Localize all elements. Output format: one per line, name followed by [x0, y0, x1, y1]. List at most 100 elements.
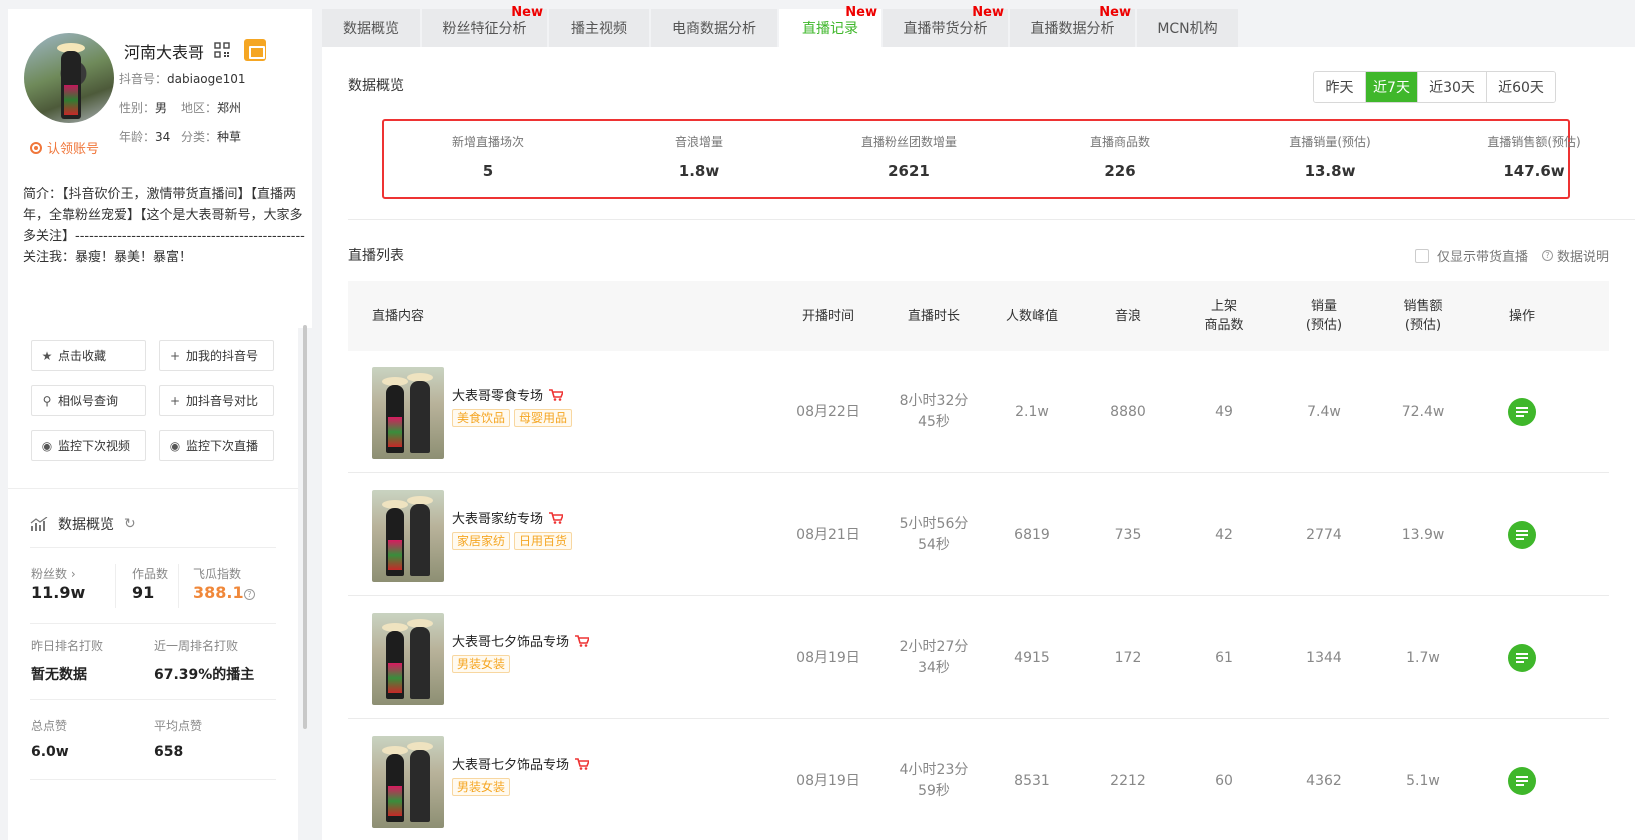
plus-icon: + [169, 348, 181, 363]
yday-rank-label: 昨日排名打败 [31, 639, 104, 653]
cell-sales: 4362 [1306, 772, 1342, 789]
live-title[interactable]: 大表哥零食专场 [452, 385, 564, 404]
eye-icon: ◉ [41, 438, 53, 453]
divider [115, 564, 116, 608]
cell-duration: 5小时56分 54秒 [899, 516, 969, 553]
add-compare-button[interactable]: + 加抖音号对比 [159, 385, 274, 416]
cart-icon [549, 388, 564, 401]
fans-label[interactable]: 粉丝数 › [31, 565, 76, 582]
data-help-link[interactable]: ? 数据说明 [1542, 246, 1609, 265]
tab-fans[interactable]: 粉丝特征分析 New [422, 5, 547, 47]
shop-icon[interactable] [244, 39, 266, 61]
live-thumbnail[interactable] [372, 490, 444, 582]
tab-mcn[interactable]: MCN机构 [1137, 9, 1238, 47]
cell-start: 08月19日 [796, 772, 860, 789]
detail-icon[interactable] [1508, 521, 1536, 549]
live-title[interactable]: 大表哥七夕饰品专场 [452, 631, 590, 650]
similar-search-button[interactable]: ⚲ 相似号查询 [31, 385, 146, 416]
profile-panel: 河南大表哥 抖音号：dabiaoge101 性别：男 地区：郑州 年龄：34 分… [8, 9, 312, 840]
live-tags: 美食饮品 母婴用品 [452, 409, 573, 427]
tab-overview[interactable]: 数据概览 [322, 9, 420, 47]
category-tag: 男装女装 [452, 655, 511, 673]
tab-live-data[interactable]: 直播数据分析 New [1010, 5, 1135, 47]
claim-account-link[interactable]: 认领账号 [30, 138, 99, 157]
profile-card: 河南大表哥 抖音号：dabiaoge101 性别：男 地区：郑州 年龄：34 分… [8, 9, 312, 328]
cell-amount: 1.7w [1406, 649, 1440, 666]
tab-bar: 数据概览 粉丝特征分析 New 播主视频 电商数据分析 直播记录 New 直播带货分… [322, 5, 1240, 47]
summary-title: 数据概览 [348, 78, 404, 94]
col-start: 开播时间 [801, 308, 854, 324]
avg-likes-label: 平均点赞 [154, 719, 203, 733]
range-yesterday[interactable]: 昨天 [1314, 72, 1366, 102]
tab-live-records[interactable]: 直播记录 New [779, 5, 881, 47]
list-title: 直播列表 [348, 248, 404, 264]
gender: 性别：男 [119, 101, 168, 115]
week-rank-label: 近一周排名打败 [154, 639, 239, 653]
detail-icon[interactable] [1508, 398, 1536, 426]
cell-sales: 7.4w [1307, 403, 1341, 420]
category-tag: 日用百货 [514, 532, 573, 550]
tab-ecommerce[interactable]: 电商数据分析 [651, 9, 777, 47]
col-goods: 上架 商品数 [1204, 299, 1244, 333]
col-sound: 音浪 [1114, 308, 1141, 324]
category-tag: 男装女装 [452, 778, 511, 796]
cell-goods: 61 [1215, 649, 1233, 666]
chevron-right-icon: › [70, 567, 76, 581]
col-duration: 直播时长 [907, 308, 960, 324]
monitor-live-button[interactable]: ◉ 监控下次直播 [159, 430, 274, 461]
help-icon[interactable]: ? [244, 589, 255, 600]
table-row[interactable]: 大表哥七夕饰品专场 男装女装 08月19日 4小时23分 59秒 8531 221… [348, 720, 1609, 840]
tab-live-goods[interactable]: 直播带货分析 New [883, 5, 1008, 47]
table-row[interactable]: 大表哥七夕饰品专场 男装女装 08月19日 2小时27分 34秒 4915 172… [348, 597, 1609, 719]
cell-goods: 49 [1215, 403, 1233, 420]
range-30days[interactable]: 近30天 [1418, 72, 1487, 102]
week-rank-value: 67.39%的播主 [154, 667, 255, 683]
divider [30, 779, 276, 780]
add-my-account-button[interactable]: + 加我的抖音号 [159, 340, 274, 371]
cart-icon [575, 634, 590, 647]
avg-likes-value: 658 [154, 744, 184, 760]
summary-item: 直播销售额(预估) 147.6w [1487, 135, 1581, 180]
live-title[interactable]: 大表哥家纺专场 [452, 508, 564, 527]
yday-rank-value: 暂无数据 [31, 667, 87, 683]
new-badge: New [845, 5, 877, 20]
likes-label: 总点赞 [31, 719, 68, 733]
search-icon: ⚲ [42, 393, 52, 408]
cell-duration: 8小时32分 45秒 [899, 393, 969, 430]
new-badge: New [972, 5, 1004, 20]
range-7days[interactable]: 近7天 [1366, 72, 1418, 102]
detail-icon[interactable] [1508, 767, 1536, 795]
category: 分类：种草 [181, 130, 242, 144]
table-row[interactable]: 大表哥零食专场 美食饮品 母婴用品 08月22日 8小时32分 45秒 2.1w 8… [348, 351, 1609, 473]
works-label: 作品数 [132, 567, 169, 581]
live-title[interactable]: 大表哥七夕饰品专场 [452, 754, 590, 773]
region: 地区：郑州 [181, 101, 242, 115]
scrollbar[interactable] [303, 325, 307, 729]
help-icon: ? [1542, 250, 1554, 261]
new-badge: New [511, 5, 543, 20]
actions-card: ★ 点击收藏 + 加我的抖音号 ⚲ 相似号查询 + 加抖音号对比 ◉ 监控下次视频 ◉ 监控… [8, 318, 298, 840]
favorite-button[interactable]: ★ 点击收藏 [31, 340, 146, 371]
refresh-icon[interactable]: ↻ [124, 516, 136, 532]
live-thumbnail[interactable] [372, 367, 444, 459]
qrcode-icon[interactable] [214, 42, 230, 58]
detail-icon[interactable] [1508, 644, 1536, 672]
col-sales: 销量 (预估) [1305, 299, 1343, 333]
cell-sales: 2774 [1306, 526, 1342, 543]
cell-peak: 2.1w [1015, 403, 1049, 420]
live-thumbnail[interactable] [372, 736, 444, 828]
divider [30, 623, 276, 624]
profile-bio: 简介：【抖音砍价王，激情带货直播间】【直播两年，全靠粉丝宠爱】【这个是大表哥新号… [23, 187, 305, 265]
cell-goods: 60 [1215, 772, 1233, 789]
col-amount: 销售额 (预估) [1403, 299, 1443, 333]
range-60days[interactable]: 近60天 [1487, 72, 1555, 102]
monitor-video-button[interactable]: ◉ 监控下次视频 [31, 430, 146, 461]
table-row[interactable]: 大表哥家纺专场 家居家纺 日用百货 08月21日 5小时56分 54秒 6819 7… [348, 474, 1609, 596]
cart-icon [575, 757, 590, 770]
cell-goods: 42 [1215, 526, 1233, 543]
tab-videos[interactable]: 播主视频 [549, 9, 649, 47]
fans-value: 11.9w [31, 583, 86, 602]
live-thumbnail[interactable] [372, 613, 444, 705]
only-goods-checkbox[interactable] [1415, 248, 1429, 263]
new-badge: New [1099, 5, 1131, 20]
